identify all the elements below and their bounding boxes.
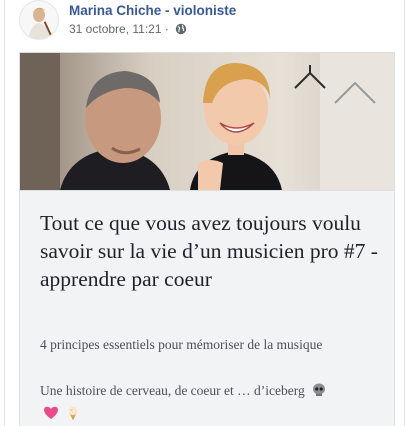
link-preview-card[interactable]: Tout ce que vous avez toujours voulu sav… [19,52,395,426]
ice-cream-emoji [65,405,81,426]
post-timestamp[interactable]: 31 octobre, 11:21 · [69,22,169,36]
facebook-post: Marina Chiche - violoniste 31 octobre, 1… [4,0,405,426]
author-name[interactable]: Marina Chiche - violoniste [69,3,236,18]
post-header: Marina Chiche - violoniste 31 octobre, 1… [19,0,399,44]
link-description-2: Une histoire de cerveau, de coeur et … d… [40,381,380,426]
link-description: 4 principes essentiels pour mémoriser de… [40,335,380,355]
description-line-1: 4 principes essentiels pour mémoriser de… [40,337,323,352]
link-preview-image[interactable] [20,53,394,190]
heart-emoji [43,405,59,426]
globe-icon[interactable] [175,23,187,38]
description-line-2: Une histoire de cerveau, de coeur et … d… [40,383,305,398]
skull-emoji [311,382,327,404]
link-title[interactable]: Tout ce que vous avez toujours voulu sav… [40,209,380,293]
link-info[interactable]: Tout ce que vous avez toujours voulu sav… [20,190,394,426]
page-avatar[interactable] [19,0,59,40]
post-meta: 31 octobre, 11:21 · [69,22,187,38]
